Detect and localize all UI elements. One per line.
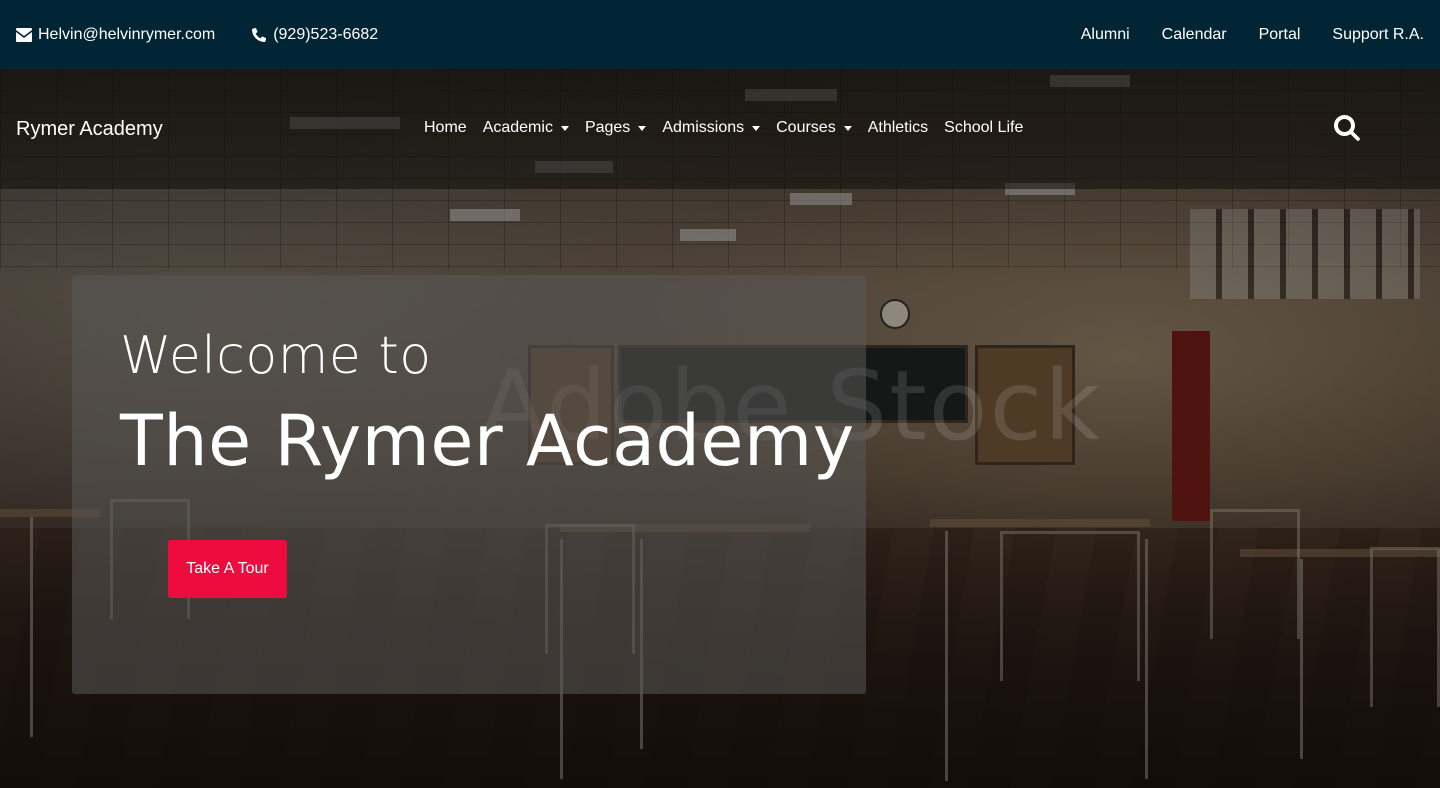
contact-info: Helvin@helvinrymer.com (929)523-6682 bbox=[16, 26, 378, 44]
nav-label: Academic bbox=[482, 119, 553, 136]
nav-label: Admissions bbox=[662, 119, 745, 136]
alumni-link[interactable]: Alumni bbox=[1081, 26, 1130, 44]
top-bar: Helvin@helvinrymer.com (929)523-6682 Alu… bbox=[0, 0, 1440, 69]
nav-home[interactable]: Home bbox=[424, 119, 467, 137]
nav-label: Pages bbox=[584, 119, 631, 136]
nav-menu: Home Academic Pages Admissions Courses A… bbox=[424, 119, 1023, 137]
nav-admissions[interactable]: Admissions bbox=[662, 119, 761, 137]
main-navbar: Rymer Academy Home Academic Pages Admiss… bbox=[0, 69, 1440, 189]
caret-down-icon bbox=[638, 125, 647, 131]
caret-down-icon bbox=[752, 125, 761, 131]
nav-label: School Life bbox=[944, 119, 1024, 136]
brand-logo[interactable]: Rymer Academy bbox=[16, 118, 163, 141]
nav-label: Athletics bbox=[867, 119, 929, 136]
envelope-icon bbox=[16, 27, 32, 42]
nav-label: Home bbox=[424, 119, 467, 136]
phone-link[interactable]: (929)523-6682 bbox=[251, 26, 378, 44]
nav-academic[interactable]: Academic bbox=[483, 119, 569, 137]
phone-icon bbox=[252, 27, 267, 42]
nav-athletics[interactable]: Athletics bbox=[868, 119, 928, 137]
email-text: Helvin@helvinrymer.com bbox=[38, 25, 216, 43]
caret-down-icon bbox=[843, 125, 852, 131]
support-link[interactable]: Support R.A. bbox=[1332, 26, 1424, 44]
caret-down-icon bbox=[560, 125, 569, 131]
welcome-text: Welcome to bbox=[120, 326, 432, 386]
nav-pages[interactable]: Pages bbox=[584, 119, 647, 137]
utility-links: Alumni Calendar Portal Support R.A. bbox=[1081, 26, 1424, 44]
nav-school-life[interactable]: School Life bbox=[944, 119, 1023, 137]
search-icon bbox=[1333, 114, 1360, 141]
calendar-link[interactable]: Calendar bbox=[1162, 26, 1227, 44]
search-button[interactable] bbox=[1333, 114, 1362, 143]
take-a-tour-button[interactable]: Take A Tour bbox=[168, 540, 287, 598]
phone-text: (929)523-6682 bbox=[273, 25, 379, 43]
nav-courses[interactable]: Courses bbox=[776, 119, 852, 137]
nav-label: Courses bbox=[776, 119, 836, 136]
hero-title: The Rymer Academy bbox=[120, 400, 855, 482]
email-link[interactable]: Helvin@helvinrymer.com bbox=[16, 26, 215, 44]
portal-link[interactable]: Portal bbox=[1259, 26, 1301, 44]
